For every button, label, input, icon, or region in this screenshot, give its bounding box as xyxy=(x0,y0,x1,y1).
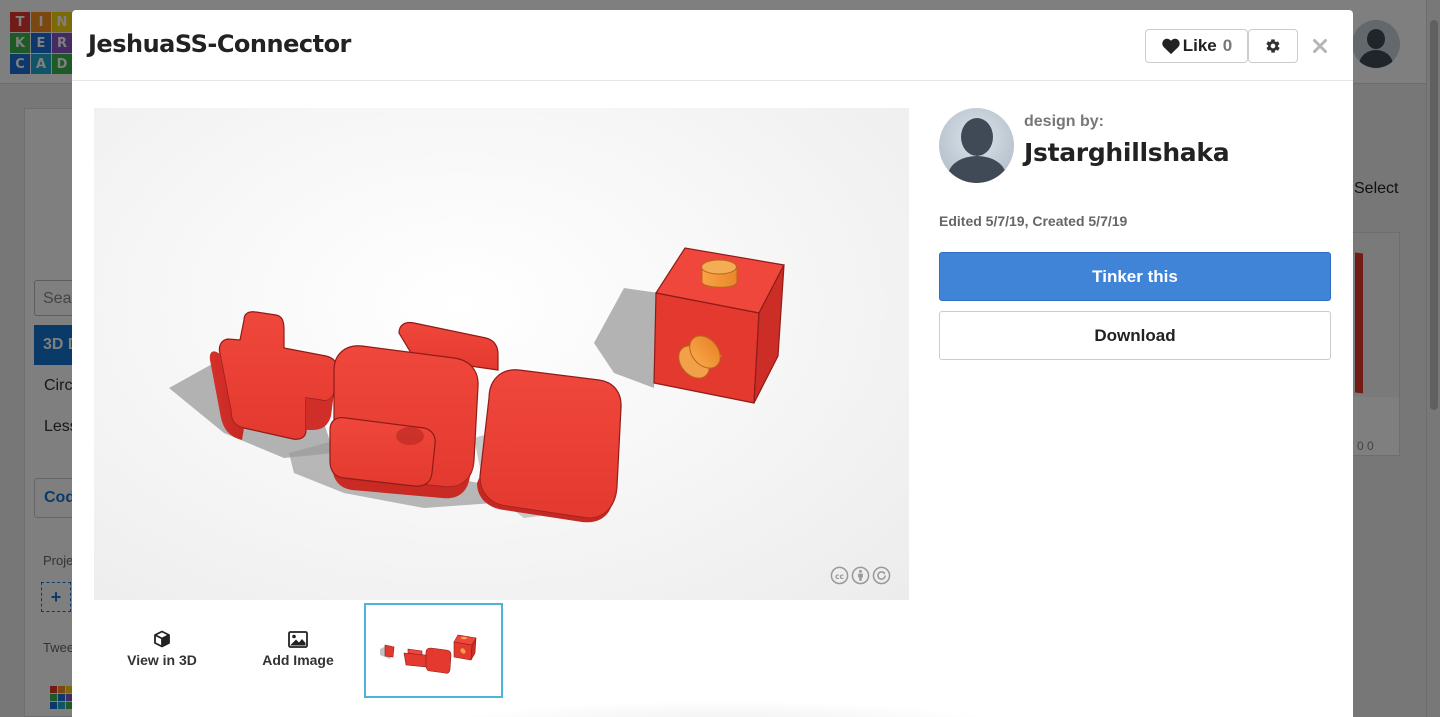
view-in-3d-button[interactable]: View in 3D xyxy=(124,629,200,679)
image-icon xyxy=(288,629,308,649)
view-in-3d-label: View in 3D xyxy=(127,652,197,668)
download-button[interactable]: Download xyxy=(939,311,1331,360)
like-button[interactable]: Like 0 xyxy=(1145,29,1248,63)
gear-icon xyxy=(1266,39,1280,53)
cube-icon xyxy=(153,629,171,649)
settings-button[interactable] xyxy=(1248,29,1298,63)
cc-icon: cc xyxy=(830,566,849,585)
bottom-shadow xyxy=(422,700,1022,717)
modal-header: JeshuaSS-Connector Like 0 xyxy=(72,10,1353,81)
design-preview-image[interactable]: cc xyxy=(94,108,909,600)
share-alike-icon xyxy=(872,566,891,585)
like-count: 0 xyxy=(1222,36,1233,55)
design-dates: Edited 5/7/19, Created 5/7/19 xyxy=(939,213,1128,229)
preview-toolbar: View in 3D Add Image xyxy=(94,603,909,703)
add-image-button[interactable]: Add Image xyxy=(258,629,338,679)
close-icon xyxy=(1313,39,1327,53)
design-title: JeshuaSS-Connector xyxy=(88,30,351,58)
tinker-this-button[interactable]: Tinker this xyxy=(939,252,1331,301)
thumbnail-image xyxy=(380,634,477,674)
designer-avatar[interactable] xyxy=(939,108,1014,183)
attribution-icon xyxy=(851,566,870,585)
design-by-label: design by: xyxy=(1024,113,1105,130)
like-label: Like xyxy=(1182,36,1217,55)
designer-name-link[interactable]: Jstarghillshaka xyxy=(1024,138,1230,167)
creative-commons-icon[interactable]: cc xyxy=(830,566,891,585)
svg-text:cc: cc xyxy=(835,572,844,581)
design-modal: JeshuaSS-Connector Like 0 cc View in 3D … xyxy=(72,10,1353,717)
heart-icon xyxy=(1162,38,1180,55)
model-render xyxy=(169,247,785,523)
add-image-label: Add Image xyxy=(262,652,334,668)
close-button[interactable] xyxy=(1310,34,1330,58)
thumbnail-selected[interactable] xyxy=(364,603,503,698)
